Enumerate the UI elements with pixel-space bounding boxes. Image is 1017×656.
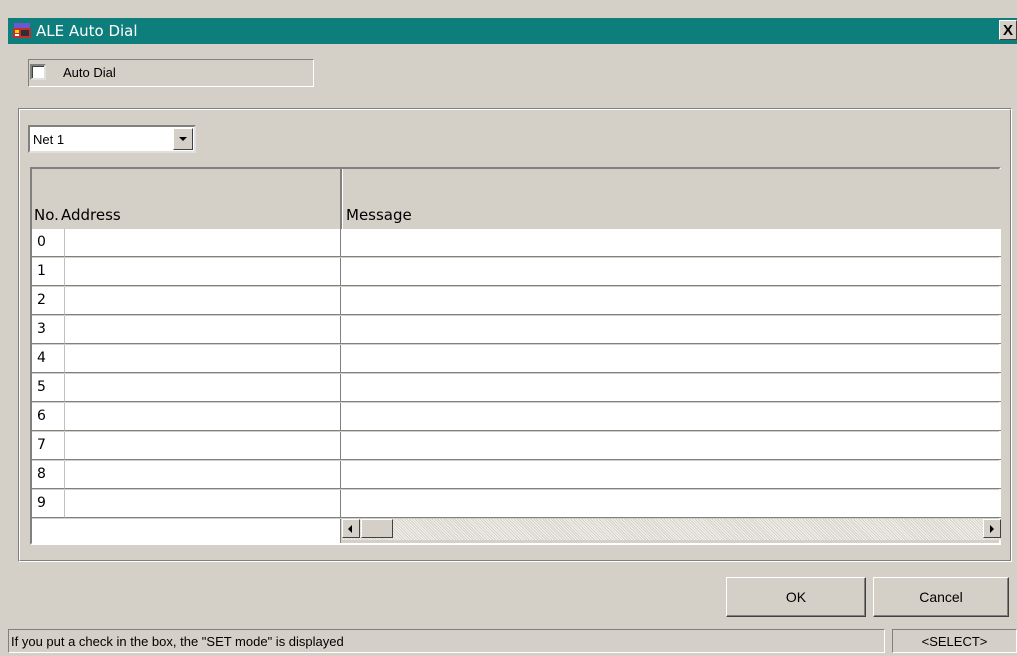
row-number-cell: 7 bbox=[32, 432, 65, 460]
message-cell[interactable] bbox=[341, 432, 1001, 460]
message-cell[interactable] bbox=[341, 287, 1001, 315]
column-header-message[interactable]: Message bbox=[346, 206, 412, 224]
table-row: 6 bbox=[32, 403, 1001, 432]
column-header-no[interactable]: No. bbox=[34, 206, 59, 224]
chevron-down-icon bbox=[179, 137, 187, 141]
message-cell[interactable] bbox=[341, 403, 1001, 431]
message-cell[interactable] bbox=[341, 461, 1001, 489]
address-cell[interactable] bbox=[65, 490, 341, 518]
row-number-cell: 4 bbox=[32, 345, 65, 373]
arrow-left-icon bbox=[348, 525, 352, 533]
row-number-cell: 5 bbox=[32, 374, 65, 402]
net-select[interactable]: Net 1 bbox=[28, 125, 196, 153]
auto-dial-option: Auto Dial bbox=[28, 59, 314, 87]
auto-dial-label: Auto Dial bbox=[63, 65, 116, 80]
grid-footer-blank bbox=[32, 519, 341, 543]
grid-header: No. Address Message bbox=[32, 169, 1001, 229]
address-cell[interactable] bbox=[65, 258, 341, 286]
message-cell[interactable] bbox=[341, 316, 1001, 344]
row-number-cell: 8 bbox=[32, 461, 65, 489]
status-mode: <SELECT> bbox=[892, 629, 1017, 653]
row-number-cell: 6 bbox=[32, 403, 65, 431]
scroll-right-button[interactable] bbox=[983, 519, 1001, 538]
net-select-dropdown-button[interactable] bbox=[173, 128, 193, 150]
message-cell[interactable] bbox=[341, 229, 1001, 257]
table-row: 9 bbox=[32, 490, 1001, 519]
cancel-button[interactable]: Cancel bbox=[873, 577, 1009, 617]
radio-icon bbox=[13, 23, 31, 38]
row-number-cell: 0 bbox=[32, 229, 65, 257]
table-row: 4 bbox=[32, 345, 1001, 374]
scroll-thumb[interactable] bbox=[361, 519, 393, 538]
grid-rows: 0 1 2 3 4 5 6 7 8 9 bbox=[32, 229, 1001, 519]
status-message: If you put a check in the box, the "SET … bbox=[8, 629, 885, 653]
message-cell[interactable] bbox=[341, 374, 1001, 402]
address-cell[interactable] bbox=[65, 461, 341, 489]
window-title: ALE Auto Dial bbox=[36, 22, 138, 40]
message-cell[interactable] bbox=[341, 345, 1001, 373]
column-separator[interactable] bbox=[340, 169, 343, 229]
auto-dial-grid: No. Address Message 0 1 2 3 4 5 6 7 8 9 bbox=[30, 167, 1001, 545]
message-cell[interactable] bbox=[341, 258, 1001, 286]
table-row: 1 bbox=[32, 258, 1001, 287]
message-cell[interactable] bbox=[341, 490, 1001, 518]
table-row: 5 bbox=[32, 374, 1001, 403]
column-header-address[interactable]: Address bbox=[61, 206, 121, 224]
address-cell[interactable] bbox=[65, 287, 341, 315]
table-row: 0 bbox=[32, 229, 1001, 258]
address-cell[interactable] bbox=[65, 229, 341, 257]
address-cell[interactable] bbox=[65, 345, 341, 373]
address-cell[interactable] bbox=[65, 374, 341, 402]
address-cell[interactable] bbox=[65, 316, 341, 344]
auto-dial-checkbox[interactable] bbox=[30, 64, 46, 80]
title-bar: ALE Auto Dial X bbox=[8, 18, 1017, 44]
address-cell[interactable] bbox=[65, 432, 341, 460]
table-row: 3 bbox=[32, 316, 1001, 345]
scroll-left-button[interactable] bbox=[342, 519, 360, 538]
ok-button[interactable]: OK bbox=[726, 577, 866, 617]
row-number-cell: 2 bbox=[32, 287, 65, 315]
table-row: 7 bbox=[32, 432, 1001, 461]
net-select-value: Net 1 bbox=[33, 132, 65, 147]
address-cell[interactable] bbox=[65, 403, 341, 431]
row-number-cell: 3 bbox=[32, 316, 65, 344]
table-row: 8 bbox=[32, 461, 1001, 490]
status-bar: If you put a check in the box, the "SET … bbox=[8, 629, 1017, 653]
close-button[interactable]: X bbox=[999, 20, 1017, 40]
table-row: 2 bbox=[32, 287, 1001, 316]
horizontal-scrollbar[interactable] bbox=[342, 519, 1001, 540]
arrow-right-icon bbox=[990, 525, 994, 533]
row-number-cell: 9 bbox=[32, 490, 65, 518]
row-number-cell: 1 bbox=[32, 258, 65, 286]
